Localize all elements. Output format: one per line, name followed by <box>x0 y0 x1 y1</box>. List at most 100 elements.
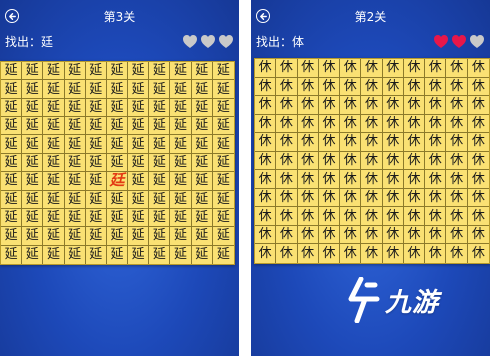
grid-cell[interactable]: 延 <box>22 190 44 209</box>
grid-cell[interactable]: 延 <box>22 245 44 264</box>
grid-cell[interactable]: 休 <box>318 151 341 171</box>
grid-cell[interactable]: 延 <box>191 98 213 118</box>
grid-cell[interactable]: 延 <box>149 227 171 246</box>
grid-cell[interactable]: 延 <box>64 135 86 154</box>
grid-cell[interactable]: 休 <box>276 188 298 208</box>
grid-cell[interactable]: 延 <box>43 80 65 99</box>
grid-cell[interactable]: 延 <box>212 62 234 81</box>
grid-cell[interactable]: 休 <box>467 96 489 115</box>
grid-cell[interactable]: 延 <box>85 80 107 99</box>
grid-cell[interactable]: 延 <box>43 117 65 136</box>
grid-cell[interactable]: 休 <box>340 114 362 134</box>
grid-cell[interactable]: 休 <box>276 151 298 171</box>
grid-cell[interactable]: 延 <box>170 245 192 264</box>
grid-cell[interactable]: 休 <box>340 59 362 78</box>
grid-cell[interactable]: 延 <box>170 135 192 154</box>
grid-cell[interactable]: 延 <box>106 80 129 99</box>
grid-cell[interactable]: 休 <box>361 244 383 263</box>
grid-cell[interactable]: 休 <box>297 207 319 226</box>
grid-cell[interactable]: 休 <box>297 59 319 78</box>
grid-cell[interactable]: 延 <box>191 208 213 228</box>
grid-cell[interactable]: 延 <box>64 153 86 173</box>
grid-cell[interactable]: 休 <box>340 188 362 208</box>
grid-cell[interactable]: 延 <box>149 62 171 81</box>
grid-cell[interactable]: 休 <box>425 188 447 208</box>
grid-cell[interactable]: 延 <box>128 153 150 173</box>
grid-cell[interactable]: 休 <box>297 225 319 245</box>
grid-cell[interactable]: 休 <box>318 114 341 134</box>
grid-cell[interactable]: 延 <box>22 227 44 246</box>
grid-cell[interactable]: 延 <box>107 245 129 264</box>
grid-cell[interactable]: 延 <box>22 117 44 136</box>
grid-cell[interactable]: 延 <box>128 245 150 264</box>
grid-cell[interactable]: 延 <box>212 172 234 191</box>
grid-cell[interactable]: 休 <box>425 96 447 115</box>
grid-cell[interactable]: 延 <box>149 80 171 99</box>
grid-cell[interactable]: 延 <box>1 117 23 136</box>
grid-cell[interactable]: 延 <box>106 135 129 154</box>
grid-cell[interactable]: 延 <box>85 227 107 246</box>
grid-cell[interactable]: 休 <box>319 244 341 263</box>
grid-cell[interactable]: 延 <box>43 190 65 209</box>
grid-cell[interactable]: 延 <box>64 190 86 209</box>
grid-cell[interactable]: 休 <box>340 96 362 115</box>
grid-cell[interactable]: 休 <box>297 170 319 189</box>
grid-cell[interactable]: 休 <box>425 170 447 189</box>
grid-cell[interactable]: 延 <box>1 98 23 118</box>
grid-cell[interactable]: 休 <box>425 225 447 245</box>
grid-cell[interactable]: 延 <box>85 135 107 154</box>
grid-cell[interactable]: 休 <box>446 207 468 226</box>
grid-cell[interactable]: 延 <box>1 190 23 209</box>
grid-cell[interactable]: 延 <box>149 117 171 136</box>
grid-cell[interactable]: 休 <box>467 189 489 208</box>
grid-cell[interactable]: 休 <box>255 114 277 134</box>
grid-cell[interactable]: 延 <box>170 172 192 191</box>
grid-cell[interactable]: 延 <box>212 191 234 209</box>
grid-cell[interactable]: 休 <box>318 170 341 189</box>
grid-cell[interactable]: 休 <box>446 170 468 189</box>
grid-cell[interactable]: 休 <box>382 188 404 208</box>
grid-cell[interactable]: 延 <box>85 98 107 118</box>
grid-cell[interactable]: 休 <box>383 244 404 263</box>
grid-cell[interactable]: 延 <box>1 135 23 154</box>
grid-cell[interactable]: 休 <box>361 96 383 115</box>
grid-cell[interactable]: 休 <box>403 96 426 115</box>
grid-cell[interactable]: 休 <box>403 151 426 171</box>
grid-cell[interactable]: 延 <box>170 98 192 118</box>
grid-cell[interactable]: 延 <box>191 80 213 99</box>
grid-cell[interactable]: 休 <box>340 133 362 152</box>
grid-cell[interactable]: 休 <box>361 151 383 171</box>
grid-cell[interactable]: 延 <box>191 153 213 173</box>
grid-cell[interactable]: 休 <box>318 77 341 97</box>
grid-cell[interactable]: 延 <box>65 245 86 264</box>
grid-cell[interactable]: 延 <box>1 153 23 173</box>
grid-cell[interactable]: 休 <box>297 77 319 97</box>
grid-cell[interactable]: 休 <box>467 59 489 78</box>
grid-cell[interactable]: 休 <box>382 59 404 78</box>
grid-cell[interactable]: 延 <box>212 154 234 173</box>
grid-cell[interactable]: 延 <box>106 62 129 81</box>
grid-cell[interactable]: 休 <box>361 170 383 189</box>
grid-cell[interactable]: 延 <box>85 172 107 191</box>
grid-cell[interactable]: 延 <box>1 227 23 246</box>
grid-cell[interactable]: 休 <box>361 207 383 226</box>
grid-cell[interactable]: 休 <box>467 115 489 134</box>
grid-cell[interactable]: 延 <box>64 62 86 81</box>
grid-cell[interactable]: 休 <box>361 225 383 245</box>
grid-cell[interactable]: 休 <box>425 207 447 226</box>
grid-cell[interactable]: 休 <box>255 244 277 263</box>
grid-cell[interactable]: 延 <box>22 208 44 228</box>
grid-cell[interactable]: 休 <box>446 188 468 208</box>
grid-cell[interactable]: 休 <box>318 133 341 152</box>
grid-cell[interactable]: 延 <box>43 245 65 264</box>
grid-cell[interactable]: 休 <box>297 96 319 115</box>
grid-cell[interactable]: 休 <box>446 225 468 245</box>
grid-cell[interactable]: 休 <box>361 77 383 97</box>
grid-cell[interactable]: 延 <box>128 62 150 81</box>
grid-cell[interactable]: 延 <box>64 172 86 191</box>
grid-cell[interactable]: 休 <box>276 225 298 245</box>
grid-cell[interactable]: 休 <box>403 133 426 152</box>
grid-cell[interactable]: 休 <box>276 207 298 226</box>
grid-cell[interactable]: 休 <box>425 244 447 263</box>
grid-cell[interactable]: 休 <box>382 114 404 134</box>
